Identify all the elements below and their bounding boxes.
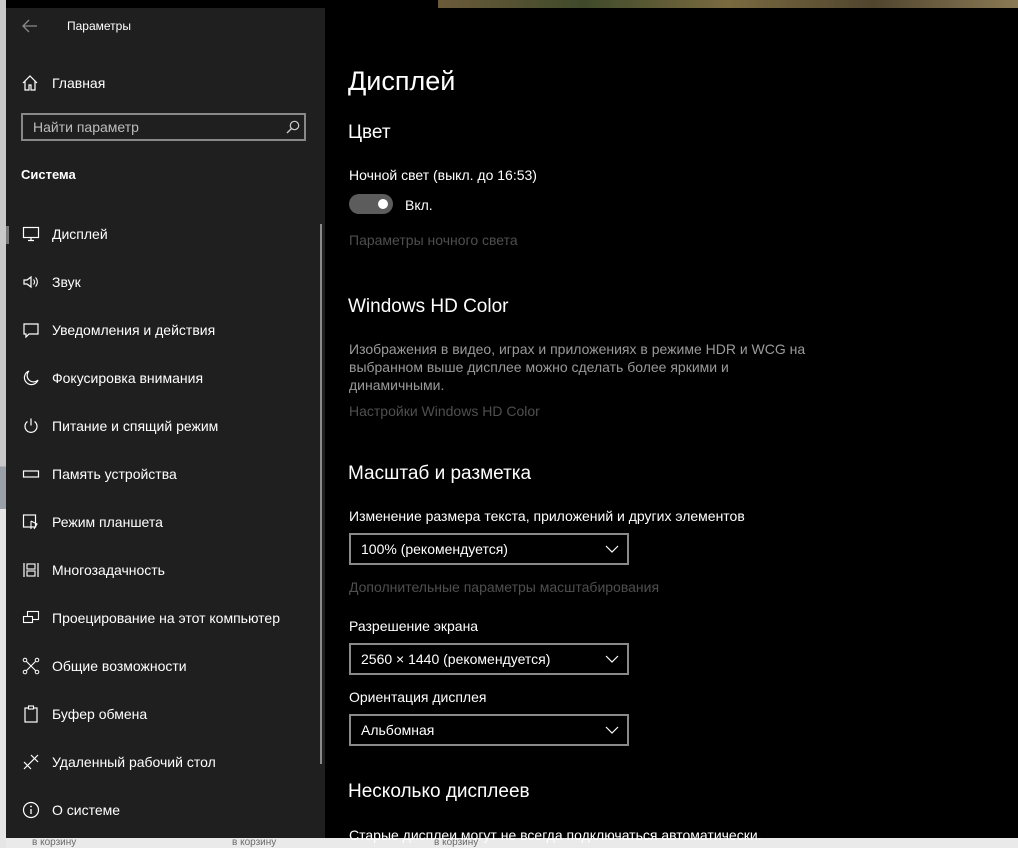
resolution-dropdown[interactable]: 2560 × 1440 (рекомендуется) xyxy=(349,643,629,675)
color-heading: Цвет xyxy=(348,122,391,143)
sidebar-nav: Дисплей Звук Уведомления и действия Фоку… xyxy=(6,210,322,834)
desktop-label: в корзину xyxy=(232,838,277,848)
back-arrow-icon xyxy=(22,19,37,33)
sidebar-item-label: Удаленный рабочий стол xyxy=(52,754,216,770)
sidebar-item-label: Память устройства xyxy=(52,466,177,482)
sidebar-item-shared-experiences[interactable]: Общие возможности xyxy=(6,642,322,690)
toggle-state-label: Вкл. xyxy=(405,197,433,213)
sidebar-item-label: Главная xyxy=(52,75,106,91)
chevron-down-icon xyxy=(605,726,619,734)
sidebar-item-label: Многозадачность xyxy=(52,562,165,578)
speaker-icon xyxy=(21,272,41,292)
advanced-scaling-link[interactable]: Дополнительные параметры масштабирования xyxy=(349,579,659,595)
sidebar-item-remote-desktop[interactable]: Удаленный рабочий стол xyxy=(6,738,322,786)
dropdown-value: Альбомная xyxy=(361,722,435,738)
sidebar-item-multitasking[interactable]: Многозадачность xyxy=(6,546,322,594)
sidebar-item-label: Режим планшета xyxy=(52,514,163,530)
hd-color-settings-link[interactable]: Настройки Windows HD Color xyxy=(349,403,540,419)
dropdown-value: 2560 × 1440 (рекомендуется) xyxy=(361,651,551,667)
sidebar-item-projecting[interactable]: Проецирование на этот компьютер xyxy=(6,594,322,642)
desktop-wallpaper-strip xyxy=(438,0,1018,8)
power-icon xyxy=(21,416,41,436)
sidebar-item-storage[interactable]: Память устройства xyxy=(6,450,322,498)
sidebar-item-label: Проецирование на этот компьютер xyxy=(52,610,280,626)
section-title: Система xyxy=(21,167,76,182)
sidebar-item-about[interactable]: О системе xyxy=(6,786,322,834)
sidebar-item-label: О системе xyxy=(52,802,121,818)
sidebar: Параметры Главная Система Дисплей xyxy=(6,8,325,838)
dropdown-value: 100% (рекомендуется) xyxy=(361,541,508,557)
orientation-label: Ориентация дисплея xyxy=(349,689,487,705)
home-icon xyxy=(21,74,41,92)
orientation-dropdown[interactable]: Альбомная xyxy=(349,714,629,746)
storage-icon xyxy=(21,464,41,484)
sidebar-scrollbar[interactable] xyxy=(320,224,322,764)
hd-color-description: Изображения в видео, играх и приложениях… xyxy=(349,341,806,393)
hd-color-heading: Windows HD Color xyxy=(348,296,509,317)
chevron-down-icon xyxy=(605,545,619,553)
multitasking-icon xyxy=(21,560,41,580)
title-bar: Параметры xyxy=(6,8,325,44)
sidebar-item-label: Уведомления и действия xyxy=(52,322,216,338)
page-title: Дисплей xyxy=(348,66,456,96)
search-box xyxy=(21,113,306,141)
night-light-settings-link[interactable]: Параметры ночного света xyxy=(349,232,518,248)
sidebar-item-focus-assist[interactable]: Фокусировка внимания xyxy=(6,354,322,402)
sidebar-item-power-sleep[interactable]: Питание и спящий режим xyxy=(6,402,322,450)
sidebar-item-label: Дисплей xyxy=(52,226,108,242)
multiple-displays-text: Старые дисплеи могут не всегда подключат… xyxy=(349,827,762,843)
sidebar-item-label: Фокусировка внимания xyxy=(52,370,204,386)
sidebar-item-label: Буфер обмена xyxy=(52,706,148,722)
search-input[interactable] xyxy=(23,118,282,136)
remote-desktop-icon xyxy=(21,752,41,772)
toggle-knob xyxy=(378,199,388,209)
window-title: Параметры xyxy=(67,19,131,33)
chevron-down-icon xyxy=(605,655,619,663)
night-light-label: Ночной свет (выкл. до 16:53) xyxy=(349,167,537,183)
multiple-displays-heading: Несколько дисплеев xyxy=(348,781,530,802)
desktop-label: в корзину xyxy=(32,838,77,848)
sidebar-item-display[interactable]: Дисплей xyxy=(6,210,322,258)
tablet-icon xyxy=(21,512,41,532)
sidebar-item-label: Питание и спящий режим xyxy=(52,418,219,434)
info-icon xyxy=(21,800,41,820)
resolution-label: Разрешение экрана xyxy=(349,618,479,634)
shared-experiences-icon xyxy=(21,656,41,676)
project-icon xyxy=(21,608,41,628)
notification-icon xyxy=(21,320,41,340)
monitor-icon xyxy=(21,224,41,244)
night-light-toggle[interactable] xyxy=(349,194,393,214)
moon-icon xyxy=(21,368,41,388)
scale-heading: Масштаб и разметка xyxy=(348,463,532,484)
settings-window: Параметры Главная Система Дисплей xyxy=(6,8,1018,843)
sidebar-item-label: Звук xyxy=(52,274,81,290)
clipboard-icon xyxy=(21,704,41,724)
size-label: Изменение размера текста, приложений и д… xyxy=(349,508,745,524)
sidebar-item-sound[interactable]: Звук xyxy=(6,258,322,306)
sidebar-item-tablet-mode[interactable]: Режим планшета xyxy=(6,498,322,546)
back-button[interactable] xyxy=(14,14,46,38)
sidebar-item-label: Общие возможности xyxy=(52,658,187,674)
sidebar-item-home[interactable]: Главная xyxy=(6,66,325,100)
main-content: Дисплей Цвет Ночной свет (выкл. до 16:53… xyxy=(325,8,1018,843)
search-icon[interactable] xyxy=(282,120,304,134)
sidebar-item-clipboard[interactable]: Буфер обмена xyxy=(6,690,322,738)
scale-dropdown[interactable]: 100% (рекомендуется) xyxy=(349,533,629,565)
sidebar-item-notifications[interactable]: Уведомления и действия xyxy=(6,306,322,354)
